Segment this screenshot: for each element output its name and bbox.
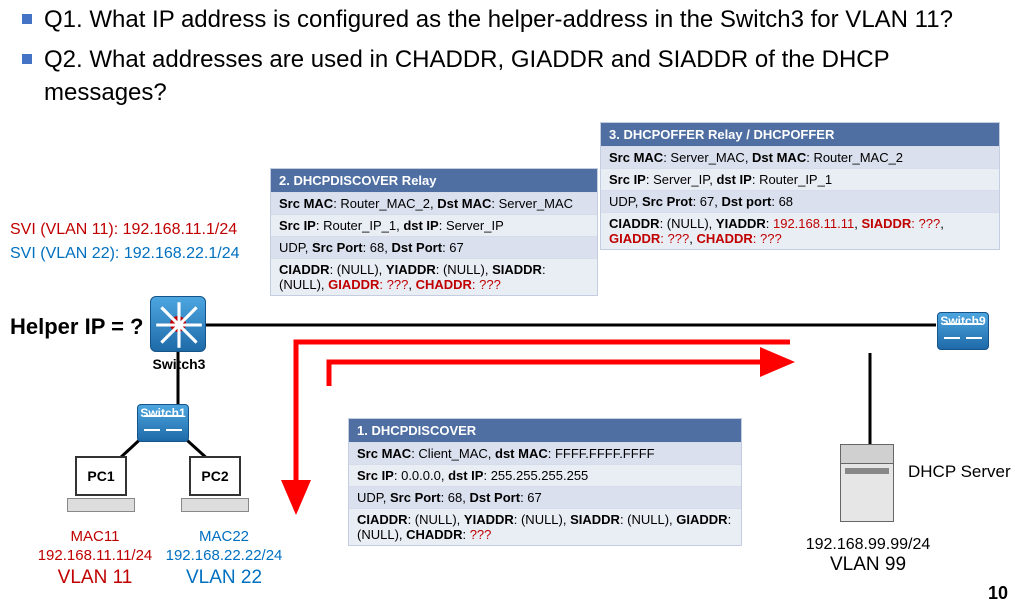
svi-vlan11: SVI (VLAN 11): 192.168.11.1/24 bbox=[10, 218, 239, 242]
table-header: 1. DHCPDISCOVER bbox=[349, 419, 741, 442]
pc2-vlan: VLAN 22 bbox=[154, 566, 294, 590]
table-row: CIADDR: (NULL), YIADDR: (NULL), SIADDR: … bbox=[349, 508, 741, 545]
question-q2: Q2. What addresses are used in CHADDR, G… bbox=[0, 40, 1024, 113]
pc2-ip: 192.168.22.22/24 bbox=[154, 547, 294, 566]
table-row: Src MAC: Server_MAC, Dst MAC: Router_MAC… bbox=[601, 146, 999, 168]
server-meta: 192.168.99.99/24 VLAN 99 bbox=[788, 536, 948, 576]
dhcp-server-icon bbox=[840, 444, 894, 522]
pc1-meta: MAC11 192.168.11.11/24 VLAN 11 bbox=[30, 528, 160, 589]
svi-vlan22: SVI (VLAN 22): 192.168.22.1/24 bbox=[10, 242, 239, 266]
table-dhcpdiscover: 1. DHCPDISCOVER Src MAC: Client_MAC, dst… bbox=[348, 418, 742, 546]
switch9-label: Switch9 bbox=[928, 314, 998, 328]
pc2-icon: PC2 bbox=[180, 456, 250, 512]
svi-config: SVI (VLAN 11): 192.168.11.1/24 SVI (VLAN… bbox=[10, 218, 239, 266]
table-row: Src IP: 0.0.0.0, dst IP: 255.255.255.255 bbox=[349, 464, 741, 486]
q1-text: Q1. What IP address is configured as the… bbox=[44, 4, 953, 36]
pc1-name: PC1 bbox=[77, 458, 125, 484]
bullet-icon bbox=[22, 14, 32, 24]
pc2-meta: MAC22 192.168.22.22/24 VLAN 22 bbox=[154, 528, 294, 589]
table-row: UDP, Src Prot: 67, Dst port: 68 bbox=[601, 190, 999, 212]
table-dhcpdiscover-relay: 2. DHCPDISCOVER Relay Src MAC: Router_MA… bbox=[270, 168, 598, 296]
table-row: Src MAC: Router_MAC_2, Dst MAC: Server_M… bbox=[271, 192, 597, 214]
server-ip: 192.168.99.99/24 bbox=[788, 536, 948, 554]
switch1-label: Switch1 bbox=[128, 406, 198, 420]
pc1-vlan: VLAN 11 bbox=[30, 566, 160, 590]
switch3-icon bbox=[150, 296, 208, 354]
dhcp-server-label: DHCP Server bbox=[908, 462, 1011, 482]
pc1-ip: 192.168.11.11/24 bbox=[30, 547, 160, 566]
table-row: Src MAC: Client_MAC, dst MAC: FFFF.FFFF.… bbox=[349, 442, 741, 464]
table-row: CIADDR: (NULL), YIADDR: (NULL), SIADDR: … bbox=[271, 258, 597, 295]
table-row: CIADDR: (NULL), YIADDR: 192.168.11.11, S… bbox=[601, 212, 999, 249]
table-header: 2. DHCPDISCOVER Relay bbox=[271, 169, 597, 192]
pc2-mac: MAC22 bbox=[154, 528, 294, 547]
pc1-mac: MAC11 bbox=[30, 528, 160, 547]
table-row: UDP, Src Port: 68, Dst Port: 67 bbox=[271, 236, 597, 258]
table-dhcpoffer: 3. DHCPOFFER Relay / DHCPOFFER Src MAC: … bbox=[600, 122, 1000, 250]
table-row: Src IP: Server_IP, dst IP: Router_IP_1 bbox=[601, 168, 999, 190]
switch3-label: Switch3 bbox=[150, 356, 208, 372]
bullet-icon bbox=[22, 54, 32, 64]
helper-ip-label: Helper IP = ? bbox=[10, 314, 143, 340]
slide-number: 10 bbox=[988, 583, 1008, 604]
pc1-icon: PC1 bbox=[66, 456, 136, 512]
server-vlan: VLAN 99 bbox=[788, 554, 948, 576]
table-header: 3. DHCPOFFER Relay / DHCPOFFER bbox=[601, 123, 999, 146]
q2-text: Q2. What addresses are used in CHADDR, G… bbox=[44, 44, 1004, 109]
table-row: Src IP: Router_IP_1, dst IP: Server_IP bbox=[271, 214, 597, 236]
question-q1: Q1. What IP address is configured as the… bbox=[0, 0, 1024, 40]
table-row: UDP, Src Port: 68, Dst Port: 67 bbox=[349, 486, 741, 508]
pc2-name: PC2 bbox=[191, 458, 239, 484]
